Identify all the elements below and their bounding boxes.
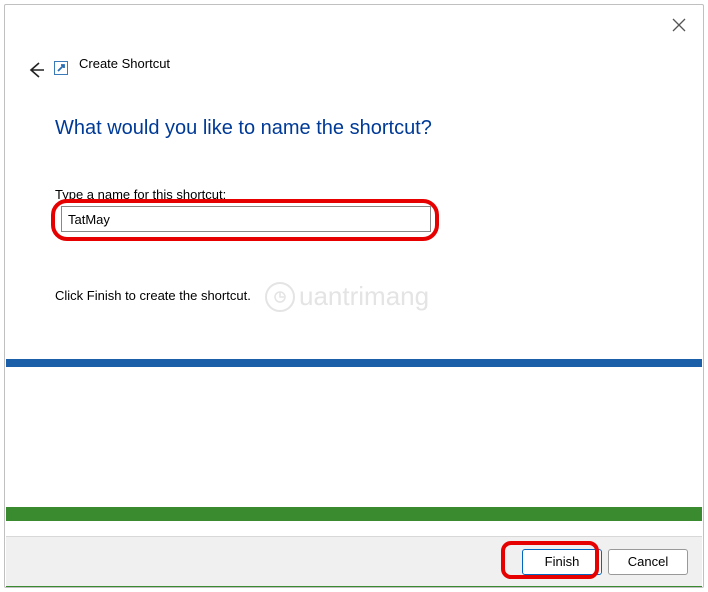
finish-button[interactable]: Finish [522, 549, 602, 575]
back-button[interactable] [25, 59, 47, 81]
cancel-button[interactable]: Cancel [608, 549, 688, 575]
shortcut-name-input[interactable] [61, 206, 431, 232]
shortcut-overlay-icon [54, 61, 68, 75]
footer-bar: Finish Cancel [6, 536, 702, 586]
watermark: uantrimang [265, 281, 429, 312]
back-arrow-icon [27, 61, 45, 79]
watermark-icon [265, 282, 295, 312]
name-label: Type a name for this shortcut: [55, 187, 226, 202]
watermark-text: uantrimang [299, 281, 429, 312]
background-strip [6, 359, 702, 367]
background-strip [6, 507, 702, 521]
close-button[interactable] [669, 15, 689, 35]
dialog-frame: Create Shortcut What would you like to n… [4, 4, 704, 588]
close-icon [672, 18, 686, 32]
instruction-text: Click Finish to create the shortcut. [55, 288, 251, 303]
main-heading: What would you like to name the shortcut… [55, 117, 432, 140]
page-title: Create Shortcut [79, 56, 170, 71]
